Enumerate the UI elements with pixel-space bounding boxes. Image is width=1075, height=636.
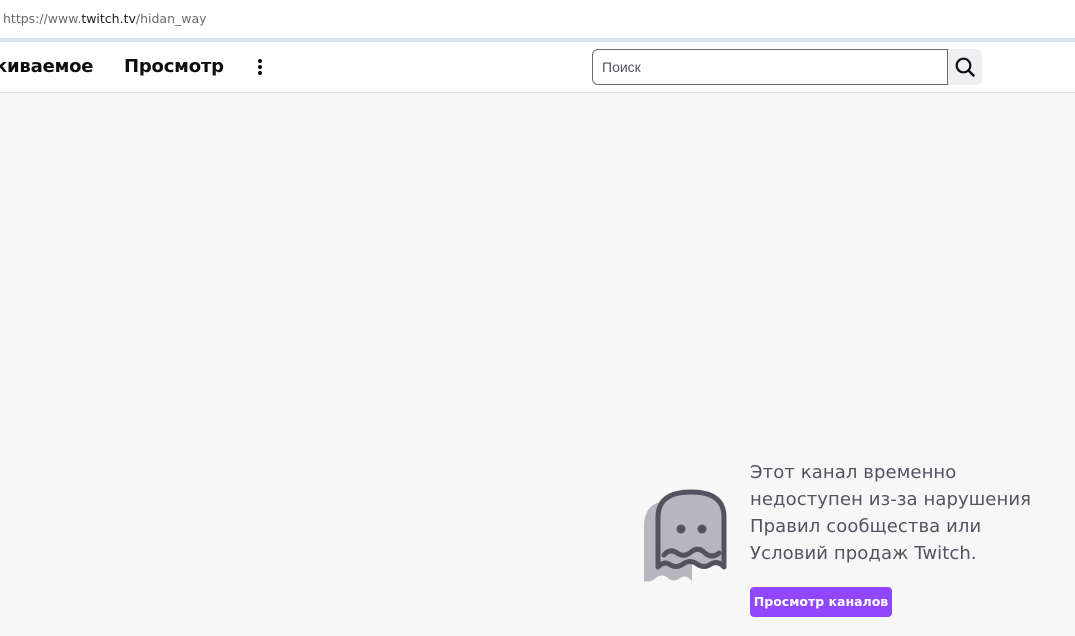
channel-unavailable-message: Этот канал временно недоступен из-за нар… xyxy=(750,462,1032,564)
browse-channels-button[interactable]: Просмотр каналов xyxy=(750,587,892,617)
url-prefix: https://www. xyxy=(3,11,82,26)
nav-link-following[interactable]: киваемое xyxy=(0,56,93,77)
top-nav: киваемое Просмотр xyxy=(0,42,1075,93)
url-text[interactable]: https://www.twitch.tv/hidan_way xyxy=(3,11,207,26)
search-icon xyxy=(955,57,975,77)
search-input[interactable] xyxy=(592,49,948,85)
ghost-icon xyxy=(642,487,728,583)
more-button[interactable] xyxy=(245,54,275,80)
search-button[interactable] xyxy=(948,49,982,85)
url-path: /hidan_way xyxy=(135,11,207,26)
search-bar xyxy=(592,49,982,85)
url-host: twitch.tv xyxy=(81,11,136,26)
browser-address-bar[interactable]: https://www.twitch.tv/hidan_way xyxy=(0,0,1075,38)
nav-link-browse[interactable]: Просмотр xyxy=(124,56,224,77)
